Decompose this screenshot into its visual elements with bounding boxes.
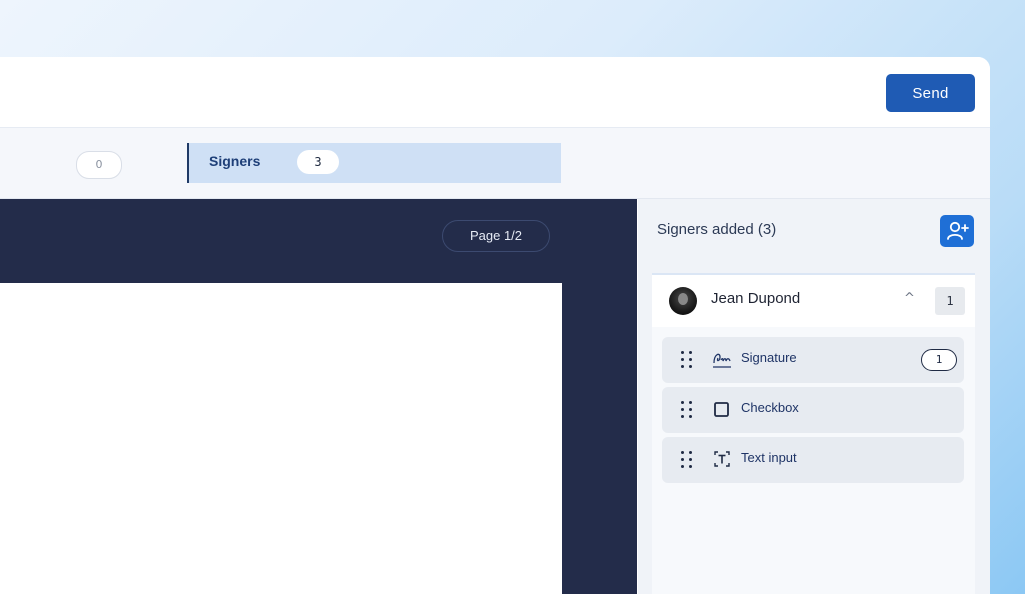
field-label: Signature — [741, 350, 797, 365]
tabs-bar: 0 Signers 3 — [0, 128, 990, 199]
tab-count-badge[interactable]: 0 — [76, 151, 122, 179]
tab-signers[interactable]: Signers 3 — [187, 143, 561, 183]
document-page[interactable] — [0, 283, 562, 594]
field-item-checkbox[interactable]: Checkbox — [662, 387, 964, 433]
chevron-up-icon[interactable]: ^ — [904, 291, 915, 306]
signature-icon — [713, 353, 731, 368]
signer-panel: Jean Dupond ^ 1 Signature 1 Checkbox Tex… — [652, 273, 975, 594]
editor-window: Send 0 Signers 3 Page 1/2 Signers added … — [0, 57, 990, 594]
avatar — [669, 287, 697, 315]
add-signer-button[interactable] — [940, 215, 974, 247]
field-label: Text input — [741, 450, 797, 465]
field-label: Checkbox — [741, 400, 799, 415]
field-item-signature[interactable]: Signature 1 — [662, 337, 964, 383]
top-bar: Send — [0, 57, 990, 128]
page-indicator[interactable]: Page 1/2 — [442, 220, 550, 252]
tab-signers-count: 3 — [297, 150, 339, 174]
drag-handle-icon[interactable] — [681, 351, 695, 371]
user-plus-icon — [947, 221, 969, 240]
send-button[interactable]: Send — [886, 74, 975, 112]
drag-handle-icon[interactable] — [681, 401, 695, 421]
document-viewer: Page 1/2 — [0, 199, 637, 594]
signers-added-title: Signers added (3) — [657, 221, 777, 238]
text-input-icon — [714, 451, 730, 467]
signer-row[interactable]: Jean Dupond ^ 1 — [652, 275, 975, 327]
signer-field-count: 1 — [935, 287, 965, 315]
field-count-badge: 1 — [921, 349, 957, 371]
document-toolbar: Page 1/2 — [0, 199, 637, 283]
tab-signers-label: Signers — [209, 153, 261, 169]
field-item-text-input[interactable]: Text input — [662, 437, 964, 483]
signers-sidebar: Signers added (3) Jean Dupond ^ 1 Signat… — [638, 199, 990, 594]
signer-name: Jean Dupond — [711, 290, 801, 307]
checkbox-icon — [714, 402, 729, 417]
drag-handle-icon[interactable] — [681, 451, 695, 471]
